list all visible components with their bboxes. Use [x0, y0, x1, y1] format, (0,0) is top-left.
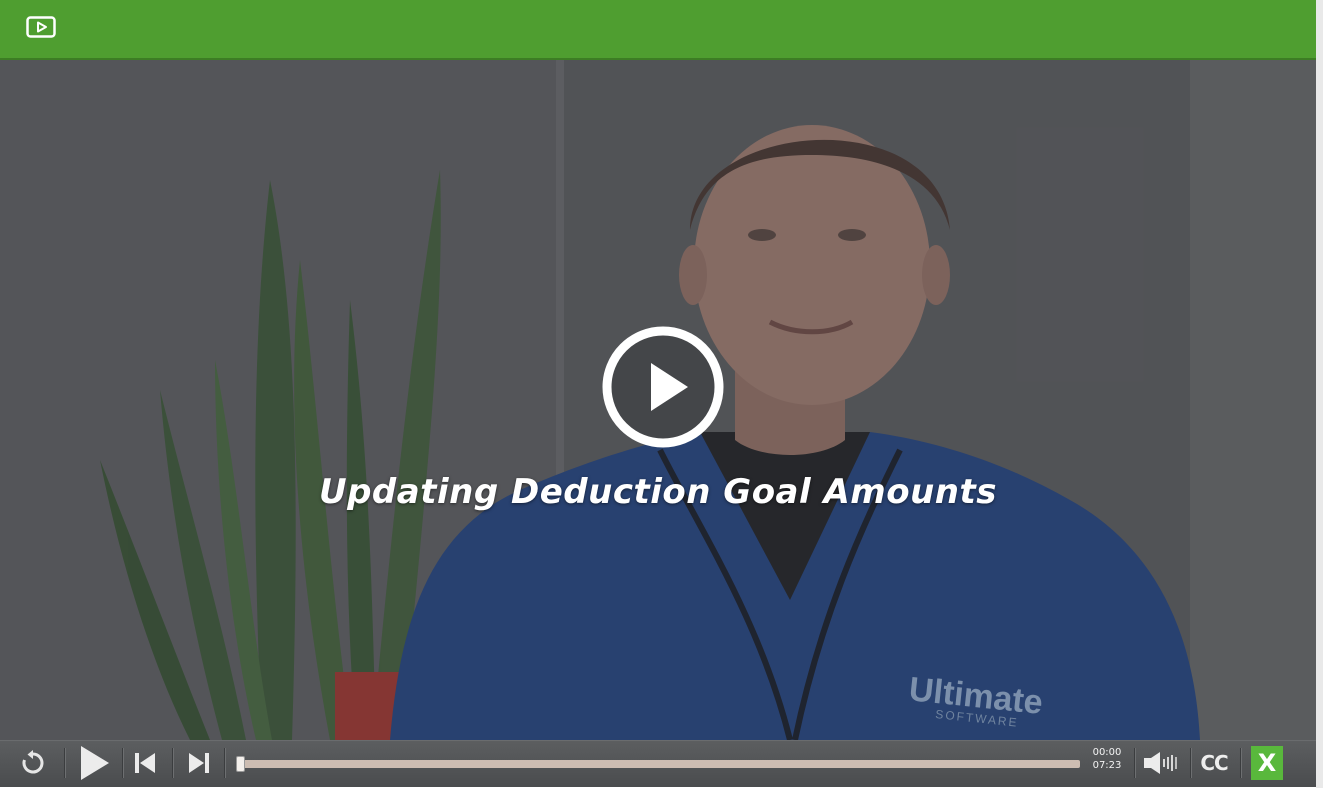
time-display: 00:00 07:23	[1088, 746, 1126, 772]
next-button[interactable]	[182, 746, 216, 780]
skip-back-icon	[135, 753, 155, 773]
play-circle-icon[interactable]	[601, 325, 725, 449]
play-button[interactable]	[72, 746, 116, 780]
seek-handle[interactable]	[236, 756, 245, 772]
captions-button[interactable]: CC	[1194, 746, 1234, 780]
volume-button[interactable]	[1140, 746, 1184, 780]
video-player-icon[interactable]	[26, 16, 56, 38]
page-edge	[1316, 0, 1323, 788]
previous-button[interactable]	[128, 746, 162, 780]
video-frame[interactable]: Ultimate SOFTWARE Updating Deduction Goa…	[0, 60, 1316, 740]
video-title: Updating Deduction Goal Amounts	[318, 472, 997, 512]
seek-bar[interactable]	[236, 756, 1080, 772]
replay-icon	[22, 750, 44, 774]
replay-button[interactable]	[14, 746, 52, 780]
current-time: 00:00	[1092, 747, 1122, 758]
close-button[interactable]: X	[1251, 746, 1283, 780]
duration: 07:23	[1092, 760, 1122, 771]
header-bar	[0, 0, 1316, 60]
skip-forward-icon	[189, 753, 209, 773]
play-icon	[81, 746, 109, 780]
volume-icon	[1144, 752, 1177, 774]
seek-track	[236, 760, 1080, 768]
